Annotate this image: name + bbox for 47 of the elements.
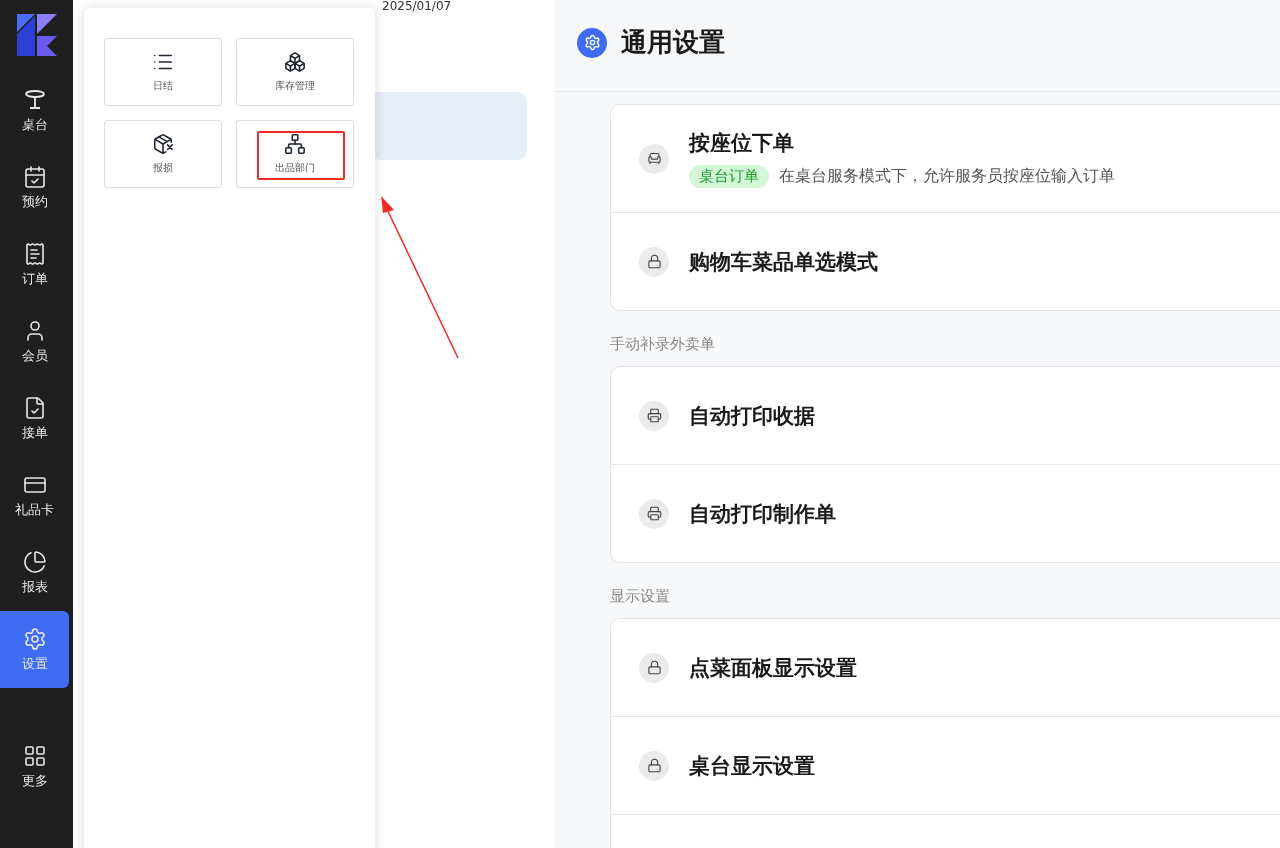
box-x-icon xyxy=(152,133,174,155)
lock-icon xyxy=(639,246,669,277)
menu-tile[interactable]: 库存管理 xyxy=(236,38,354,106)
nav-item[interactable]: 报表 xyxy=(0,534,69,611)
settings-row[interactable]: 自动打印收据 xyxy=(611,367,1280,464)
table-icon xyxy=(22,87,47,112)
setting-title: 自动打印制作单 xyxy=(689,500,836,528)
nav-item[interactable]: 更多 xyxy=(0,728,69,805)
page-title: 通用设置 xyxy=(621,26,725,59)
settings-icon xyxy=(577,27,607,58)
settings-row[interactable]: 购物车菜品单选模式 xyxy=(611,212,1280,310)
business-date: 2025/01/07 xyxy=(382,0,452,13)
boxes-icon xyxy=(284,51,306,73)
tag: 桌台订单 xyxy=(689,165,769,188)
calendar-check-icon xyxy=(22,164,47,189)
nav-item[interactable]: 预约 xyxy=(0,149,69,226)
pie-chart-icon xyxy=(22,549,47,574)
setting-title: 按座位下单 xyxy=(689,130,795,157)
setting-title: 购物车菜品单选模式 xyxy=(689,248,878,276)
nav-item[interactable]: 接单 xyxy=(0,380,69,457)
setting-title: 桌台显示设置 xyxy=(689,752,815,780)
nav-item[interactable]: 设置 xyxy=(0,611,69,688)
logo-icon xyxy=(14,12,59,56)
section-heading: 手动补录外卖单 xyxy=(610,334,716,355)
settings-row[interactable]: 自动打印制作单 xyxy=(611,464,1280,562)
menu-tile[interactable]: 出品部门 xyxy=(236,120,354,188)
nav-item[interactable]: 礼品卡 xyxy=(0,457,69,534)
nav-item[interactable]: 桌台 xyxy=(0,72,69,149)
nav-item[interactable]: 会员 xyxy=(0,303,69,380)
lock-icon xyxy=(639,750,669,781)
lock-icon xyxy=(639,652,669,683)
chair-icon xyxy=(639,143,669,174)
settings-row[interactable]: 按座位下单 桌台订单 在桌台服务模式下，允许服务员按座位输入订单 xyxy=(611,105,1280,212)
menu-tile[interactable]: 报损 xyxy=(104,120,222,188)
setting-title: 自动打印收据 xyxy=(689,402,815,430)
printer-icon xyxy=(639,498,669,529)
setting-description: 在桌台服务模式下，允许服务员按座位输入订单 xyxy=(779,166,1115,187)
settings-row[interactable]: 点菜面板显示设置 xyxy=(611,619,1280,716)
printer-icon xyxy=(639,400,669,431)
grid-icon xyxy=(22,743,47,768)
menu-tile[interactable]: 日结 xyxy=(104,38,222,106)
setting-title: 点菜面板显示设置 xyxy=(689,654,857,682)
settings-row[interactable]: 桌台显示设置 xyxy=(611,716,1280,814)
section-heading: 显示设置 xyxy=(610,586,671,607)
nav-item[interactable]: 订单 xyxy=(0,226,69,303)
settings-icon xyxy=(22,626,47,651)
hierarchy-icon xyxy=(284,133,306,155)
